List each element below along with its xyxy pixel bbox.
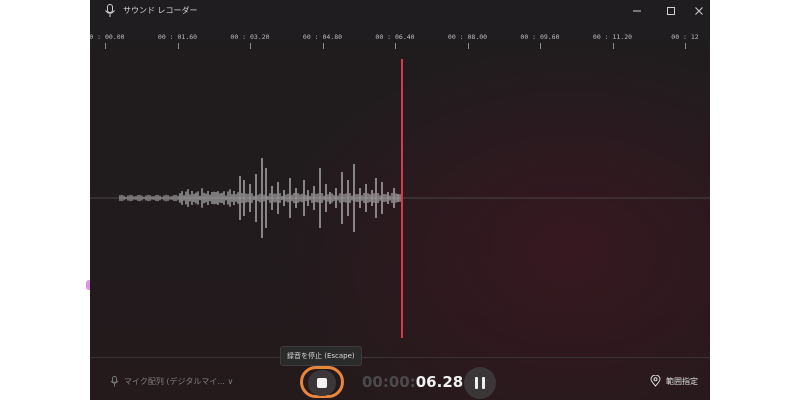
microphone-selector-label: マイク配列 (デジタルマイ... ∨ [124,377,234,386]
stop-icon [317,378,327,388]
microphone-icon [110,376,119,387]
ruler-tick-label: 00 : 11.20 [592,33,633,41]
ruler-tick-mark [395,43,396,49]
ruler-tick-mark [467,43,469,49]
location-pin-icon [650,375,661,387]
sound-recorder-window: サウンド レコーダー 00 : 00.00 00 : 01.60 00 : 03.2… [90,0,710,400]
maximize-icon [667,7,675,15]
ruler-tick-label: 00 : 08.00 [447,33,488,41]
ruler-tick-label: 00 : 09.60 [520,33,560,41]
recording-timer: 00:00:06.28 [362,373,463,391]
ruler-tick-label: 00 : 00.00 [90,33,125,41]
ruler-tick-mark [540,43,541,49]
minimize-button[interactable] [626,2,648,20]
ruler-tick-label: 00 : 06.40 [375,33,415,41]
minimize-icon [633,10,641,12]
playhead[interactable] [401,59,403,338]
timer-value: 06.28 [415,373,464,391]
microphone-selector[interactable]: マイク配列 (デジタルマイ... ∨ [110,376,233,387]
ruler-tick-label: 00 : 12 [671,33,699,41]
footer-divider [90,357,710,358]
ruler-tick-mark [250,43,251,49]
pause-recording-button[interactable] [464,367,496,399]
waveform [90,158,710,238]
ruler-tick-mark [322,43,324,49]
ruler-tick-label: 00 : 04.80 [302,33,343,41]
stop-recording-tooltip: 録音を停止 (Escape) [280,346,362,366]
title-bar: サウンド レコーダー [90,0,710,22]
range-select-label: 範囲指定 [666,376,698,386]
microphone-icon [105,4,115,17]
app-title: サウンド レコーダー [123,6,198,15]
ruler-tick-mark [177,43,179,49]
ruler-tick-mark [685,43,686,49]
ruler-tick-label: 00 : 03.20 [230,33,270,41]
close-button[interactable] [688,2,710,20]
ruler-tick-label: 00 : 01.60 [157,33,198,41]
maximize-button[interactable] [660,2,682,20]
ruler-tick-mark [105,43,106,49]
stop-recording-button[interactable] [308,370,336,396]
close-icon [695,7,703,15]
timer-prefix: 00:00: [362,373,416,391]
timeline-ruler[interactable]: 00 : 00.00 00 : 01.60 00 : 03.20 00 : 04.80… [90,28,710,50]
range-select-button[interactable]: 範囲指定 [650,375,698,387]
ruler-tick-mark [612,43,614,49]
